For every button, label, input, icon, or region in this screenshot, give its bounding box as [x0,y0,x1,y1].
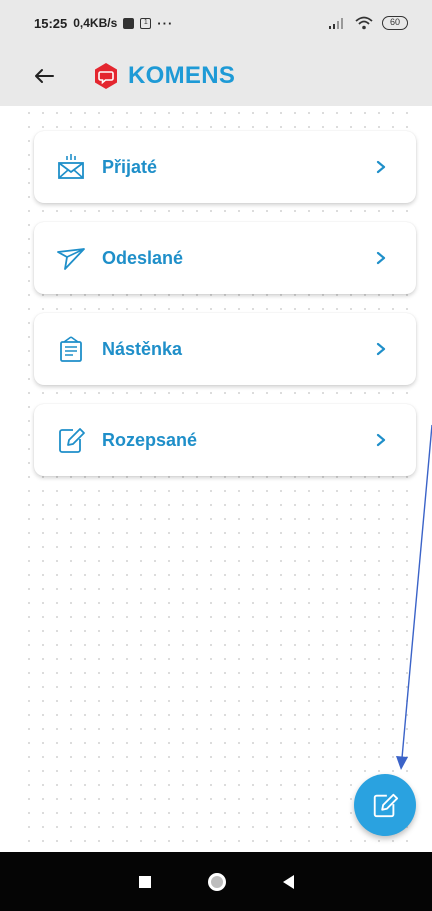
arrow-left-icon[interactable] [30,62,58,90]
network-speed: 0,4KB/s [73,16,118,30]
menu-item-odeslane[interactable]: Odeslané [34,222,416,294]
menu-item-label: Přijaté [102,156,158,177]
inbox-envelope-icon [56,152,86,182]
content-area: Přijaté Odeslané Nástěnka Rozepsané [22,106,420,852]
calendar-icon: 1 [140,17,152,29]
menu-item-prijate[interactable]: Přijaté [34,131,416,203]
home-button[interactable] [207,872,226,891]
signal-icon [329,18,343,29]
menu-item-nastenka[interactable]: Nástěnka [34,313,416,385]
notice-board-icon [56,334,86,364]
system-nav-bar [0,852,432,911]
status-right: 60 [328,16,408,30]
paper-plane-icon [56,243,86,273]
app-title: KOMENS [128,62,236,89]
chevron-right-icon [374,342,388,356]
compose-icon [373,793,399,818]
system-back-button[interactable] [282,874,294,889]
flipboard-icon [123,17,135,29]
chevron-right-icon [374,160,388,174]
status-bar: 15:25 0,4KB/s 1 ··· 60 [0,0,432,46]
wifi-icon [355,16,373,30]
more-notifications: ··· [157,15,174,31]
menu-item-label: Rozepsané [102,429,198,450]
chevron-right-icon [374,433,388,447]
menu-item-rozepsane[interactable]: Rozepsané [34,404,416,476]
battery-icon: 60 [382,16,408,30]
status-left: 15:25 0,4KB/s 1 ··· [34,16,328,31]
app-bar: KOMENS [0,46,432,106]
menu-item-label: Nástěnka [102,338,183,359]
chevron-right-icon [374,251,388,265]
app-screen: 15:25 0,4KB/s 1 ··· 60 KOMENS Přijaté Od… [0,0,432,911]
recents-button[interactable] [138,875,151,888]
menu-item-label: Odeslané [102,247,184,268]
edit-draft-icon [56,425,86,455]
komens-chat-icon [92,62,120,90]
status-time: 15:25 [34,15,68,31]
compose-button[interactable] [354,774,416,836]
